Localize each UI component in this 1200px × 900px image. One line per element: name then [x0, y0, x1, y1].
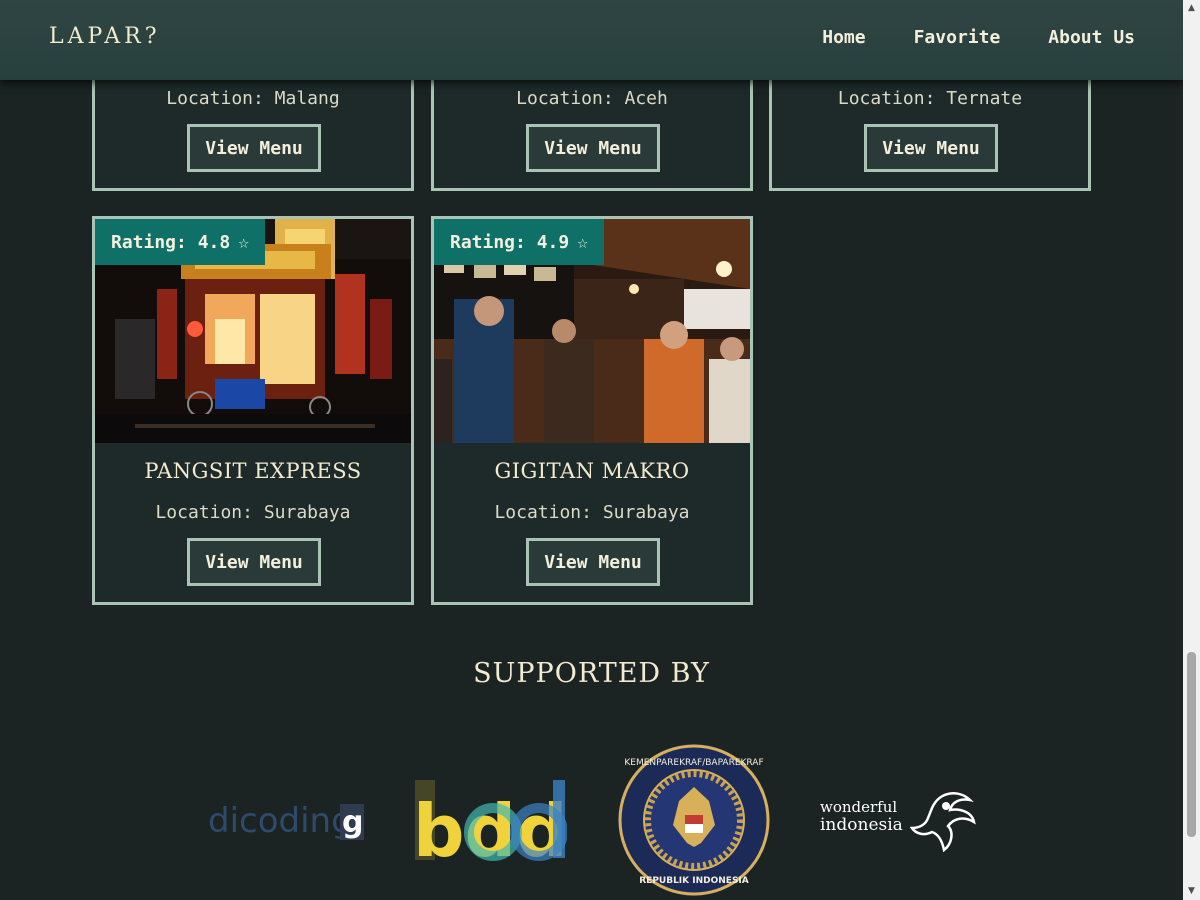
restaurant-location: Location: Surabaya: [155, 502, 351, 523]
svg-text:indonesia: indonesia: [820, 815, 903, 835]
view-menu-button[interactable]: View Menu: [526, 124, 660, 172]
main-nav: Home Favorite About Us: [822, 27, 1135, 48]
restaurant-name: PANGSIT EXPRESS: [144, 459, 362, 483]
restaurant-location: Location: Aceh: [516, 88, 668, 109]
vertical-scrollbar[interactable]: ▲ ▼: [1183, 0, 1200, 900]
svg-text:REPUBLIK INDONESIA: REPUBLIK INDONESIA: [639, 876, 749, 886]
scrollbar-thumb[interactable]: [1187, 652, 1196, 837]
supported-by-title: SUPPORTED BY: [473, 658, 710, 689]
star-outline-icon: ☆: [577, 231, 589, 253]
bdd-logo-graphic: bdd: [413, 780, 568, 873]
wonderful-indonesia-graphic: wonderful indonesia: [820, 792, 976, 853]
scroll-down-arrow-icon[interactable]: ▼: [1183, 883, 1200, 900]
dicoding-logo[interactable]: dicoding g: [208, 798, 368, 843]
svg-text:g: g: [342, 805, 363, 840]
kemenparekraf-logo[interactable]: KEMENPAREKRAF/BAPAREKRAF REPUBLIK INDONE…: [617, 743, 771, 897]
scroll-up-arrow-icon[interactable]: ▲: [1183, 0, 1200, 17]
view-menu-button[interactable]: View Menu: [187, 124, 321, 172]
restaurant-location: Location: Malang: [166, 88, 340, 109]
restaurant-location: Location: Ternate: [837, 88, 1023, 109]
bdd-logo[interactable]: bdd: [413, 780, 568, 873]
brand-logo[interactable]: LAPAR?: [49, 24, 161, 49]
star-outline-icon: ☆: [238, 231, 250, 253]
svg-text:KEMENPAREKRAF/BAPAREKRAF: KEMENPAREKRAF/BAPAREKRAF: [624, 758, 763, 768]
nav-about-us[interactable]: About Us: [1048, 27, 1135, 48]
view-menu-button[interactable]: View Menu: [526, 538, 660, 586]
svg-text:dicoding: dicoding: [208, 801, 353, 841]
rating-badge: Rating: 4.9 ☆: [434, 219, 605, 265]
wonderful-indonesia-logo[interactable]: wonderful indonesia: [820, 788, 980, 856]
restaurant-location: Location: Surabaya: [494, 502, 690, 523]
nav-home[interactable]: Home: [822, 27, 865, 48]
restaurant-card: Rating: 4.9 ☆ GIGITAN MAKRO Location: Su…: [431, 216, 753, 605]
view-menu-button[interactable]: View Menu: [187, 538, 321, 586]
rating-badge: Rating: 4.8 ☆: [95, 219, 266, 265]
restaurant-card: Rating: 4.8 ☆ PANGSIT EXPRESS Location: …: [92, 216, 414, 605]
dicoding-logo-graphic: dicoding g: [208, 801, 364, 841]
svg-text:wonderful: wonderful: [820, 798, 897, 816]
app-header: LAPAR? Home Favorite About Us: [0, 0, 1183, 80]
rating-text: Rating: 4.9: [450, 231, 570, 253]
nav-favorite[interactable]: Favorite: [914, 27, 1001, 48]
page: LAPAR? Home Favorite About Us Location: …: [0, 0, 1183, 900]
rating-text: Rating: 4.8: [111, 231, 231, 253]
restaurant-name: GIGITAN MAKRO: [494, 459, 690, 483]
kemenparekraf-emblem: KEMENPAREKRAF/BAPAREKRAF REPUBLIK INDONE…: [618, 744, 770, 896]
view-menu-button[interactable]: View Menu: [864, 124, 998, 172]
